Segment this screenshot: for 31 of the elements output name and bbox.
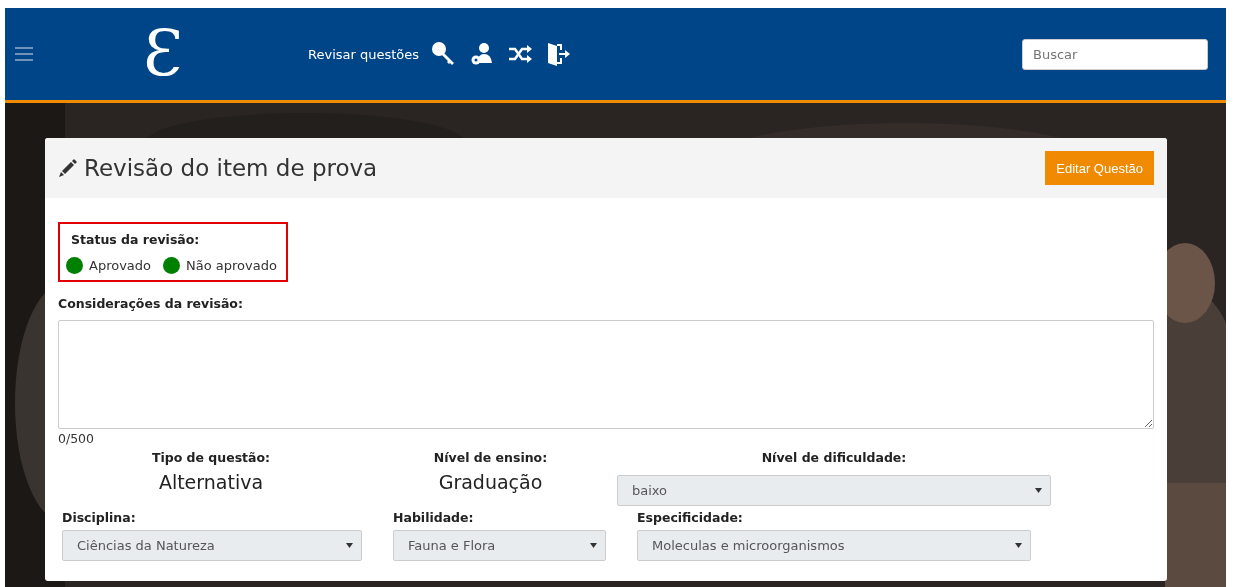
field-label: Status da revisão: — [71, 232, 201, 247]
caret-icon — [346, 543, 353, 548]
input-field[interactable] — [58, 320, 1154, 429]
status-label: Não aprovado — [186, 258, 277, 273]
pencil-icon — [58, 158, 78, 178]
dropdown[interactable]: Ciências da Natureza — [62, 530, 362, 561]
search-field[interactable]: Buscar — [1022, 38, 1208, 70]
dropdown[interactable]: baixo — [617, 475, 1051, 506]
caret-icon — [590, 543, 597, 548]
status-dot[interactable] — [66, 257, 83, 274]
status-label: Aprovado — [89, 258, 152, 273]
dropdown[interactable]: Moleculas e microorganismos — [637, 530, 1031, 561]
char-counter: 0/500 — [58, 431, 96, 446]
field-label: Considerações da revisão: — [58, 296, 244, 311]
card-title: Revisão do item de prova — [84, 155, 378, 181]
field-label: Habilidade: — [393, 510, 475, 525]
caret-icon — [1035, 488, 1042, 493]
menu-icon[interactable] — [15, 47, 33, 61]
caret-icon — [1015, 543, 1022, 548]
field-label: Nível de dificuldade: — [761, 450, 907, 465]
logo[interactable]: Ɛ — [133, 22, 193, 86]
field-label: Nível de ensino: — [433, 450, 548, 465]
field-value: Graduação — [438, 471, 543, 493]
field-label: Especificidade: — [637, 510, 744, 525]
logout-icon[interactable] — [545, 41, 572, 67]
field-value: Alternativa — [158, 471, 264, 493]
dropdown[interactable]: Fauna e Flora — [393, 530, 606, 561]
status-dot[interactable] — [163, 257, 181, 274]
field-label: Tipo de questão: — [151, 450, 271, 465]
nav-link[interactable]: Revisar questões — [308, 46, 420, 62]
field-label: Disciplina: — [62, 510, 137, 525]
